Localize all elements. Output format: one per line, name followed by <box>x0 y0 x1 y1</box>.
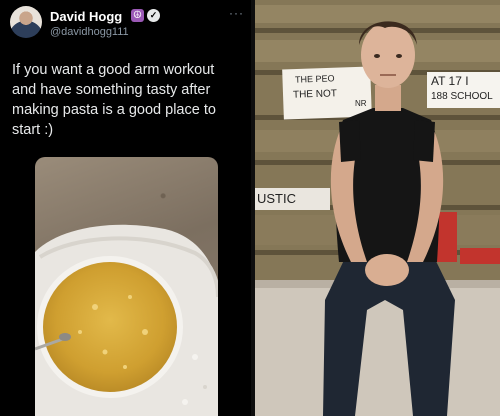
peace-emoji-icon: ☮ <box>131 9 144 22</box>
author-name[interactable]: David Hogg <box>50 9 122 24</box>
tweet-media-pasta-dough[interactable] <box>35 157 218 416</box>
verified-badge-icon: ✓ <box>147 9 160 22</box>
bleachers-scene <box>255 0 500 416</box>
sign-right-line-2: 188 SCHOOL <box>431 91 493 102</box>
sign-justice-text: USTIC <box>257 191 296 206</box>
author-handle[interactable]: @davidhogg111 <box>50 26 129 38</box>
sign-left-line-2b: NR <box>355 99 367 108</box>
more-options-icon[interactable]: ··· <box>229 6 244 20</box>
tweet-header: David Hogg ☮ ✓ @davidhogg111 ··· <box>10 6 246 40</box>
sign-left-line-2: THE NOT <box>292 88 338 101</box>
clasped-hands <box>365 254 409 286</box>
author-badges: ☮ ✓ <box>131 9 160 22</box>
face <box>361 22 415 88</box>
tweet-text: If you want a good arm workout and have … <box>12 62 216 138</box>
sign-left-line-1: THE PEO <box>294 73 335 85</box>
avatar[interactable] <box>10 6 42 38</box>
flour-well-illustration <box>35 224 218 416</box>
photo-person-on-bleachers[interactable]: THE PEO THE NOT NR AT 17 I 188 SCHOOL US… <box>255 0 500 416</box>
sign-right-line-1: AT 17 I <box>431 74 469 88</box>
tweet-card: David Hogg ☮ ✓ @davidhogg111 ··· If you … <box>0 0 251 416</box>
